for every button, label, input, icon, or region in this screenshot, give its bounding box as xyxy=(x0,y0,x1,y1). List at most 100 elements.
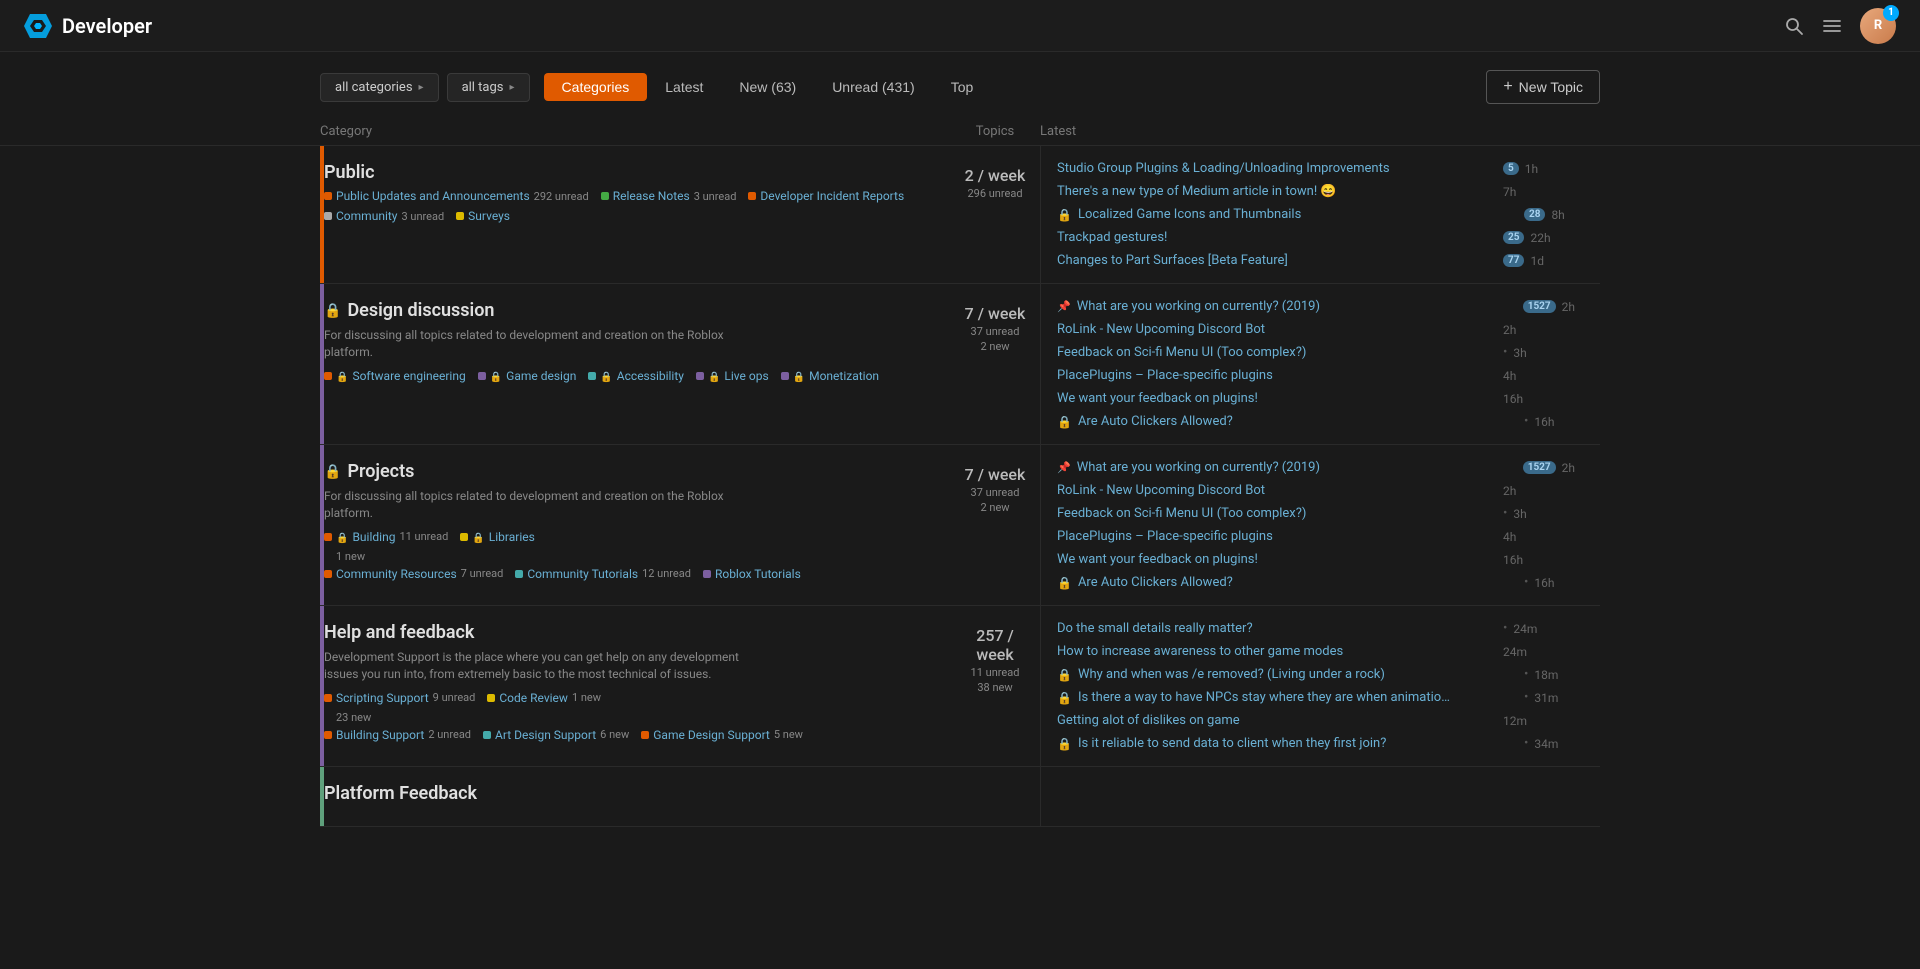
subcat-roblox-tutorials: Roblox Tutorials xyxy=(703,567,801,581)
subcat-link[interactable]: Developer Incident Reports xyxy=(760,189,904,203)
tags-dropdown[interactable]: all tags ▸ xyxy=(447,73,530,102)
subcat-link[interactable]: Release Notes xyxy=(613,189,690,203)
topic-locked-icon: 🔒 xyxy=(1057,208,1072,222)
topic-time: 1h xyxy=(1525,162,1553,176)
topic-link[interactable]: RoLink - New Upcoming Discord Bot xyxy=(1057,322,1497,337)
subcat-accessibility: Accessibility xyxy=(588,369,684,383)
subcat-dot xyxy=(703,570,711,578)
category-row-help: Help and feedback Development Support is… xyxy=(320,606,1600,767)
topic-item: How to increase awareness to other game … xyxy=(1057,641,1600,662)
subcat-link[interactable]: Game Design Support xyxy=(653,728,770,742)
subcat-incident: Developer Incident Reports xyxy=(748,189,904,203)
category-desc-projects: For discussing all topics related to dev… xyxy=(324,488,744,522)
subcat-link[interactable]: Community xyxy=(336,209,397,223)
topic-link[interactable]: There's a new type of Medium article in … xyxy=(1057,184,1497,199)
subcat-dot xyxy=(641,731,649,739)
new-topic-button[interactable]: + New Topic xyxy=(1486,70,1600,104)
subcat-count: 2 unread xyxy=(428,728,471,741)
topic-link[interactable]: Changes to Part Surfaces [Beta Feature] xyxy=(1057,253,1497,268)
subcat-link[interactable]: Community Tutorials xyxy=(527,567,638,581)
topic-time: 2h xyxy=(1562,300,1590,314)
topic-link[interactable]: What are you working on currently? (2019… xyxy=(1077,460,1517,475)
logo[interactable]: Developer xyxy=(24,12,152,40)
subcat-link[interactable]: Building xyxy=(352,530,395,544)
stat-per-week: 7 / week xyxy=(965,465,1026,484)
topic-link[interactable]: Localized Game Icons and Thumbnails xyxy=(1078,207,1518,222)
category-title-design: 🔒 Design discussion xyxy=(324,300,938,321)
topic-item: Changes to Part Surfaces [Beta Feature] … xyxy=(1057,250,1600,271)
topic-badge: 1527 xyxy=(1523,461,1556,474)
category-row-projects: 🔒 Projects For discussing all topics rel… xyxy=(320,445,1600,606)
subcat-link[interactable]: Public Updates and Announcements xyxy=(336,189,530,203)
topic-link[interactable]: PlacePlugins – Place-specific plugins xyxy=(1057,529,1497,544)
subcat-dot xyxy=(324,192,332,200)
topic-link[interactable]: Feedback on Sci-fi Menu UI (Too complex?… xyxy=(1057,345,1497,360)
topic-link[interactable]: Getting alot of dislikes on game xyxy=(1057,713,1497,728)
pin-icon: 📌 xyxy=(1057,461,1071,474)
subcat-link[interactable]: Live ops xyxy=(724,369,768,383)
topic-link[interactable]: Are Auto Clickers Allowed? xyxy=(1078,575,1518,590)
topic-link[interactable]: What are you working on currently? (2019… xyxy=(1077,299,1517,314)
topic-link[interactable]: How to increase awareness to other game … xyxy=(1057,644,1497,659)
subcat-link[interactable]: Roblox Tutorials xyxy=(715,567,801,581)
topic-link[interactable]: Do the small details really matter? xyxy=(1057,621,1497,636)
subcat-link[interactable]: Community Resources xyxy=(336,567,457,581)
subcat-link[interactable]: Libraries xyxy=(489,530,535,544)
header-category: Category xyxy=(320,124,950,139)
topic-link[interactable]: Trackpad gestures! xyxy=(1057,230,1497,245)
subcat-count: 292 unread xyxy=(534,190,589,203)
topic-item: RoLink - New Upcoming Discord Bot 2h xyxy=(1057,480,1600,501)
topic-time: 2h xyxy=(1503,484,1531,498)
subcat-link[interactable]: Code Review xyxy=(499,691,568,705)
topic-link[interactable]: We want your feedback on plugins! xyxy=(1057,391,1497,406)
topic-badge: 25 xyxy=(1503,231,1524,244)
subcat-link[interactable]: Accessibility xyxy=(617,369,684,383)
subcat-monetization: Monetization xyxy=(781,369,879,383)
category-name-public: Public xyxy=(324,162,374,183)
categories-dropdown[interactable]: all categories ▸ xyxy=(320,73,439,102)
topic-bullet: • xyxy=(1503,506,1507,521)
subcat-link[interactable]: Game design xyxy=(506,369,576,383)
tab-latest[interactable]: Latest xyxy=(647,73,721,101)
subcat-dot xyxy=(324,694,332,702)
topic-link[interactable]: Why and when was /e removed? (Living und… xyxy=(1078,667,1518,682)
categories-dropdown-arrow: ▸ xyxy=(419,82,424,93)
category-topics-design: 📌 What are you working on currently? (20… xyxy=(1040,284,1600,444)
topic-link[interactable]: Are Auto Clickers Allowed? xyxy=(1078,414,1518,429)
subcat-link[interactable]: Art Design Support xyxy=(495,728,596,742)
tab-categories[interactable]: Categories xyxy=(544,73,648,101)
topic-badge: 5 xyxy=(1503,162,1519,175)
category-subcats-design: Software engineering Game design Accessi… xyxy=(324,369,938,385)
topic-link[interactable]: Feedback on Sci-fi Menu UI (Too complex?… xyxy=(1057,506,1497,521)
topic-link[interactable]: RoLink - New Upcoming Discord Bot xyxy=(1057,483,1497,498)
tab-unread[interactable]: Unread (431) xyxy=(814,73,933,101)
site-title: Developer xyxy=(62,14,152,38)
subcat-link[interactable]: Scripting Support xyxy=(336,691,429,705)
topic-link[interactable]: Studio Group Plugins & Loading/Unloading… xyxy=(1057,161,1497,176)
topic-item: Feedback on Sci-fi Menu UI (Too complex?… xyxy=(1057,503,1600,524)
filter-bar: all categories ▸ all tags ▸ Categories L… xyxy=(0,52,1920,118)
user-avatar[interactable]: R 1 xyxy=(1860,8,1896,44)
topic-link[interactable]: PlacePlugins – Place-specific plugins xyxy=(1057,368,1497,383)
topic-link[interactable]: Is it reliable to send data to client wh… xyxy=(1078,736,1518,751)
topic-link[interactable]: We want your feedback on plugins! xyxy=(1057,552,1497,567)
subcat-count: 1 new xyxy=(572,691,601,704)
category-stats-projects: 7 / week 37 unread 2 new xyxy=(950,445,1040,605)
topic-item: 📌 What are you working on currently? (20… xyxy=(1057,296,1600,317)
topic-time: 2h xyxy=(1562,461,1590,475)
subcat-count: 11 unread xyxy=(399,530,448,543)
tab-new[interactable]: New (63) xyxy=(721,73,814,101)
tab-top[interactable]: Top xyxy=(933,73,992,101)
subcat-gamedesign: Game design xyxy=(478,369,577,383)
topic-link[interactable]: Is there a way to have NPCs stay where t… xyxy=(1078,690,1518,705)
subcat-art-design: Art Design Support 6 new xyxy=(483,728,629,742)
subcat-link[interactable]: Building Support xyxy=(336,728,424,742)
subcat-dot xyxy=(601,192,609,200)
category-stats-help: 257 / week 11 unread 38 new xyxy=(950,606,1040,766)
search-button[interactable] xyxy=(1784,16,1804,36)
subcat-link[interactable]: Surveys xyxy=(468,209,510,223)
subcat-link[interactable]: Monetization xyxy=(809,369,879,383)
menu-button[interactable] xyxy=(1822,16,1842,36)
subcat-link[interactable]: Software engineering xyxy=(352,369,465,383)
topic-locked-icon: 🔒 xyxy=(1057,737,1072,751)
